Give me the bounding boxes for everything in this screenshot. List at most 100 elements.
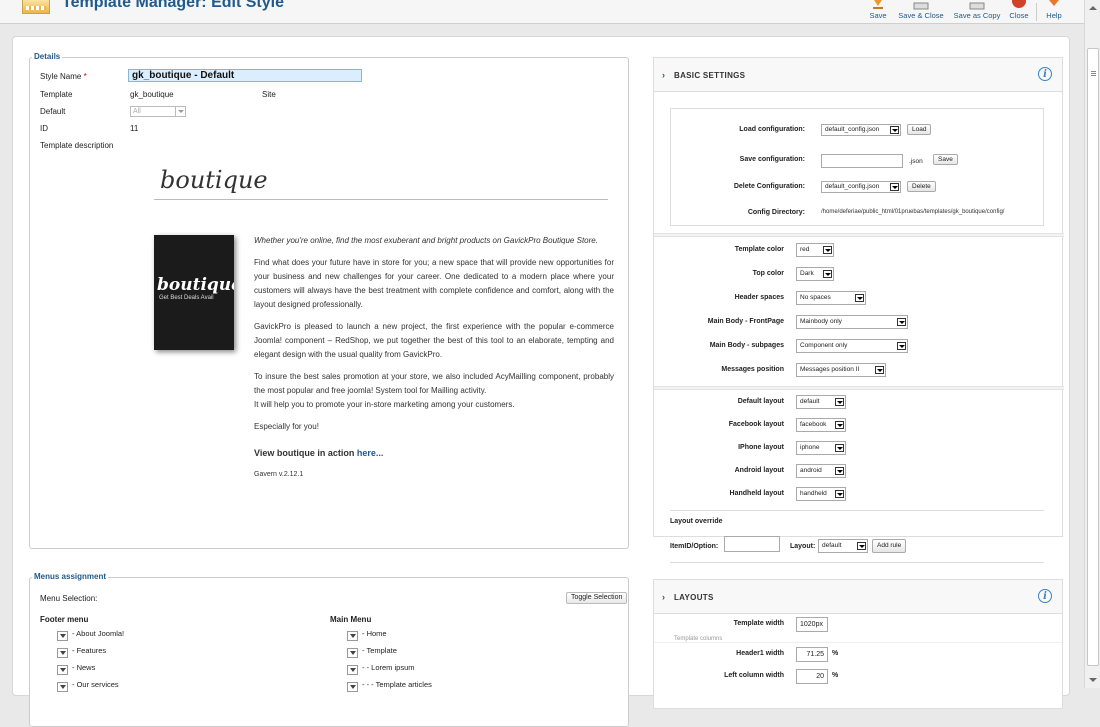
divider: [154, 199, 608, 200]
menu-item[interactable]: - Home: [347, 629, 387, 641]
save-close-icon: [913, 2, 929, 10]
config-box: Load configuration: default_config.json …: [670, 108, 1044, 226]
menus-assignment-fieldset: Menus assignment Menu Selection: Toggle …: [29, 572, 629, 727]
chevron-down-icon: [890, 126, 899, 134]
facebook-layout-select[interactable]: facebook: [796, 418, 846, 432]
close-button[interactable]: Close: [1007, 0, 1031, 22]
desc-paragraph: To insure the best sales promotion at yo…: [254, 372, 614, 409]
top-color-row: Top color Dark: [654, 264, 1064, 286]
load-config-select[interactable]: default_config.json: [821, 124, 901, 136]
layouts-header[interactable]: › LAYOUTS i: [654, 580, 1062, 614]
template-thumbnail: boutique Get Best Deals Avail: [154, 235, 234, 350]
chevron-down-icon: [835, 421, 844, 429]
chevron-down-icon: [835, 467, 844, 475]
section-divider: [654, 386, 1064, 390]
save-config-input[interactable]: [821, 154, 903, 168]
basic-settings-header[interactable]: › BASIC SETTINGS i: [654, 58, 1062, 92]
desc-paragraph: Especially for you!: [254, 422, 319, 431]
save-close-button[interactable]: Save & Close: [896, 0, 946, 22]
menu-item[interactable]: - - Lorem ipsum: [347, 663, 415, 675]
itemid-input[interactable]: [724, 536, 780, 552]
help-button[interactable]: Help: [1042, 0, 1066, 22]
layout-override-label: Layout override: [670, 518, 723, 525]
chevron-down-icon: [823, 270, 832, 278]
config-directory-value: /home/deferiae/public_html/01pruebas/tem…: [821, 209, 1005, 215]
save-config-button[interactable]: Save: [933, 154, 958, 165]
layout-label: Layout:: [790, 543, 816, 550]
left-column-width-input[interactable]: 20: [796, 669, 828, 684]
override-layout-select[interactable]: default: [818, 539, 868, 553]
save-button[interactable]: Save: [866, 0, 890, 22]
template-width-input[interactable]: 1020px: [796, 617, 828, 632]
save-icon: [873, 0, 883, 9]
chevron-down-icon: [823, 246, 832, 254]
desc-paragraph: GavickPro is pleased to launch a new pro…: [254, 322, 614, 359]
toolbar-divider: [1036, 3, 1037, 21]
checkbox[interactable]: [57, 682, 68, 692]
mainbody-frontpage-select[interactable]: Mainbody only: [796, 315, 908, 329]
basic-settings-panel: › BASIC SETTINGS i Load configuration: d…: [653, 57, 1064, 563]
header-spaces-select[interactable]: No spaces: [796, 291, 866, 305]
toggle-selection-button[interactable]: Toggle Selection: [566, 592, 628, 604]
template-value: gk_boutique: [130, 90, 174, 99]
page-scrollbar[interactable]: [1084, 0, 1100, 688]
save-as-copy-button[interactable]: Save as Copy: [951, 0, 1003, 22]
main-menu-heading: Main Menu: [330, 615, 372, 624]
header1-width-row: Header1 width 71.25 %: [654, 644, 1064, 666]
save-copy-icon: [969, 2, 985, 10]
add-rule-button[interactable]: Add rule: [872, 539, 907, 553]
template-color-row: Template color red: [654, 240, 1064, 262]
load-button[interactable]: Load: [907, 124, 932, 135]
menu-item[interactable]: - About Joomla!: [57, 629, 124, 641]
save-config-label: Save configuration:: [739, 156, 805, 163]
view-here-link[interactable]: here...: [357, 448, 384, 458]
scroll-up-arrow-icon[interactable]: [1089, 6, 1097, 10]
checkbox[interactable]: [57, 665, 68, 675]
template-description: Whether you're online, find the most exu…: [254, 234, 614, 490]
info-icon[interactable]: i: [1038, 67, 1052, 81]
scroll-thumb[interactable]: [1087, 48, 1099, 666]
chevron-down-icon: [890, 183, 899, 191]
template-color-select[interactable]: red: [796, 243, 834, 257]
header1-width-input[interactable]: 71.25: [796, 647, 828, 662]
checkbox[interactable]: [57, 631, 68, 641]
info-icon[interactable]: i: [1038, 589, 1052, 603]
top-color-select[interactable]: Dark: [796, 267, 834, 281]
style-name-input[interactable]: gk_boutique - Default: [128, 69, 362, 82]
divider: [670, 510, 1044, 511]
handheld-layout-select[interactable]: handheld: [796, 487, 846, 501]
checkbox[interactable]: [347, 665, 358, 675]
messages-position-select[interactable]: Messages position II: [796, 363, 886, 377]
default-layout-select[interactable]: default: [796, 395, 846, 409]
iphone-layout-select[interactable]: iphone: [796, 441, 846, 455]
chevron-down-icon: [855, 294, 864, 302]
template-label: Template: [40, 90, 73, 99]
template-name-heading: boutique: [160, 166, 268, 194]
mainbody-subpages-select[interactable]: Component only: [796, 339, 908, 353]
checkbox[interactable]: [347, 648, 358, 658]
config-directory-label: Config Directory:: [747, 209, 805, 216]
menu-item[interactable]: - Features: [57, 646, 106, 658]
details-legend: Details: [32, 52, 63, 61]
menu-item[interactable]: - News: [57, 663, 95, 675]
messages-position-row: Messages position Messages position II: [654, 360, 1064, 382]
chevron-right-icon: ›: [662, 592, 665, 602]
view-in-action-line: View boutique in action here...: [254, 448, 384, 458]
default-select[interactable]: All: [130, 106, 186, 117]
android-layout-select[interactable]: android: [796, 464, 846, 478]
default-label: Default: [40, 107, 66, 116]
checkbox[interactable]: [57, 648, 68, 658]
header-spaces-row: Header spaces No spaces: [654, 288, 1064, 310]
scroll-down-arrow-icon[interactable]: [1089, 678, 1097, 682]
layouts-panel: › LAYOUTS i Template width 1020px Templa…: [653, 579, 1064, 709]
delete-button[interactable]: Delete: [907, 181, 936, 192]
menu-item[interactable]: - Template: [347, 646, 397, 658]
checkbox[interactable]: [347, 631, 358, 641]
iphone-layout-row: IPhone layout iphone: [654, 438, 1064, 460]
load-config-label: Load configuration:: [739, 126, 805, 133]
chevron-down-icon: [835, 398, 844, 406]
version-text: Gavern v.2.12.1: [254, 471, 304, 478]
delete-config-select[interactable]: default_config.json: [821, 181, 901, 193]
menu-selection-label: Menu Selection:: [40, 594, 98, 603]
checkbox[interactable]: [347, 682, 358, 692]
